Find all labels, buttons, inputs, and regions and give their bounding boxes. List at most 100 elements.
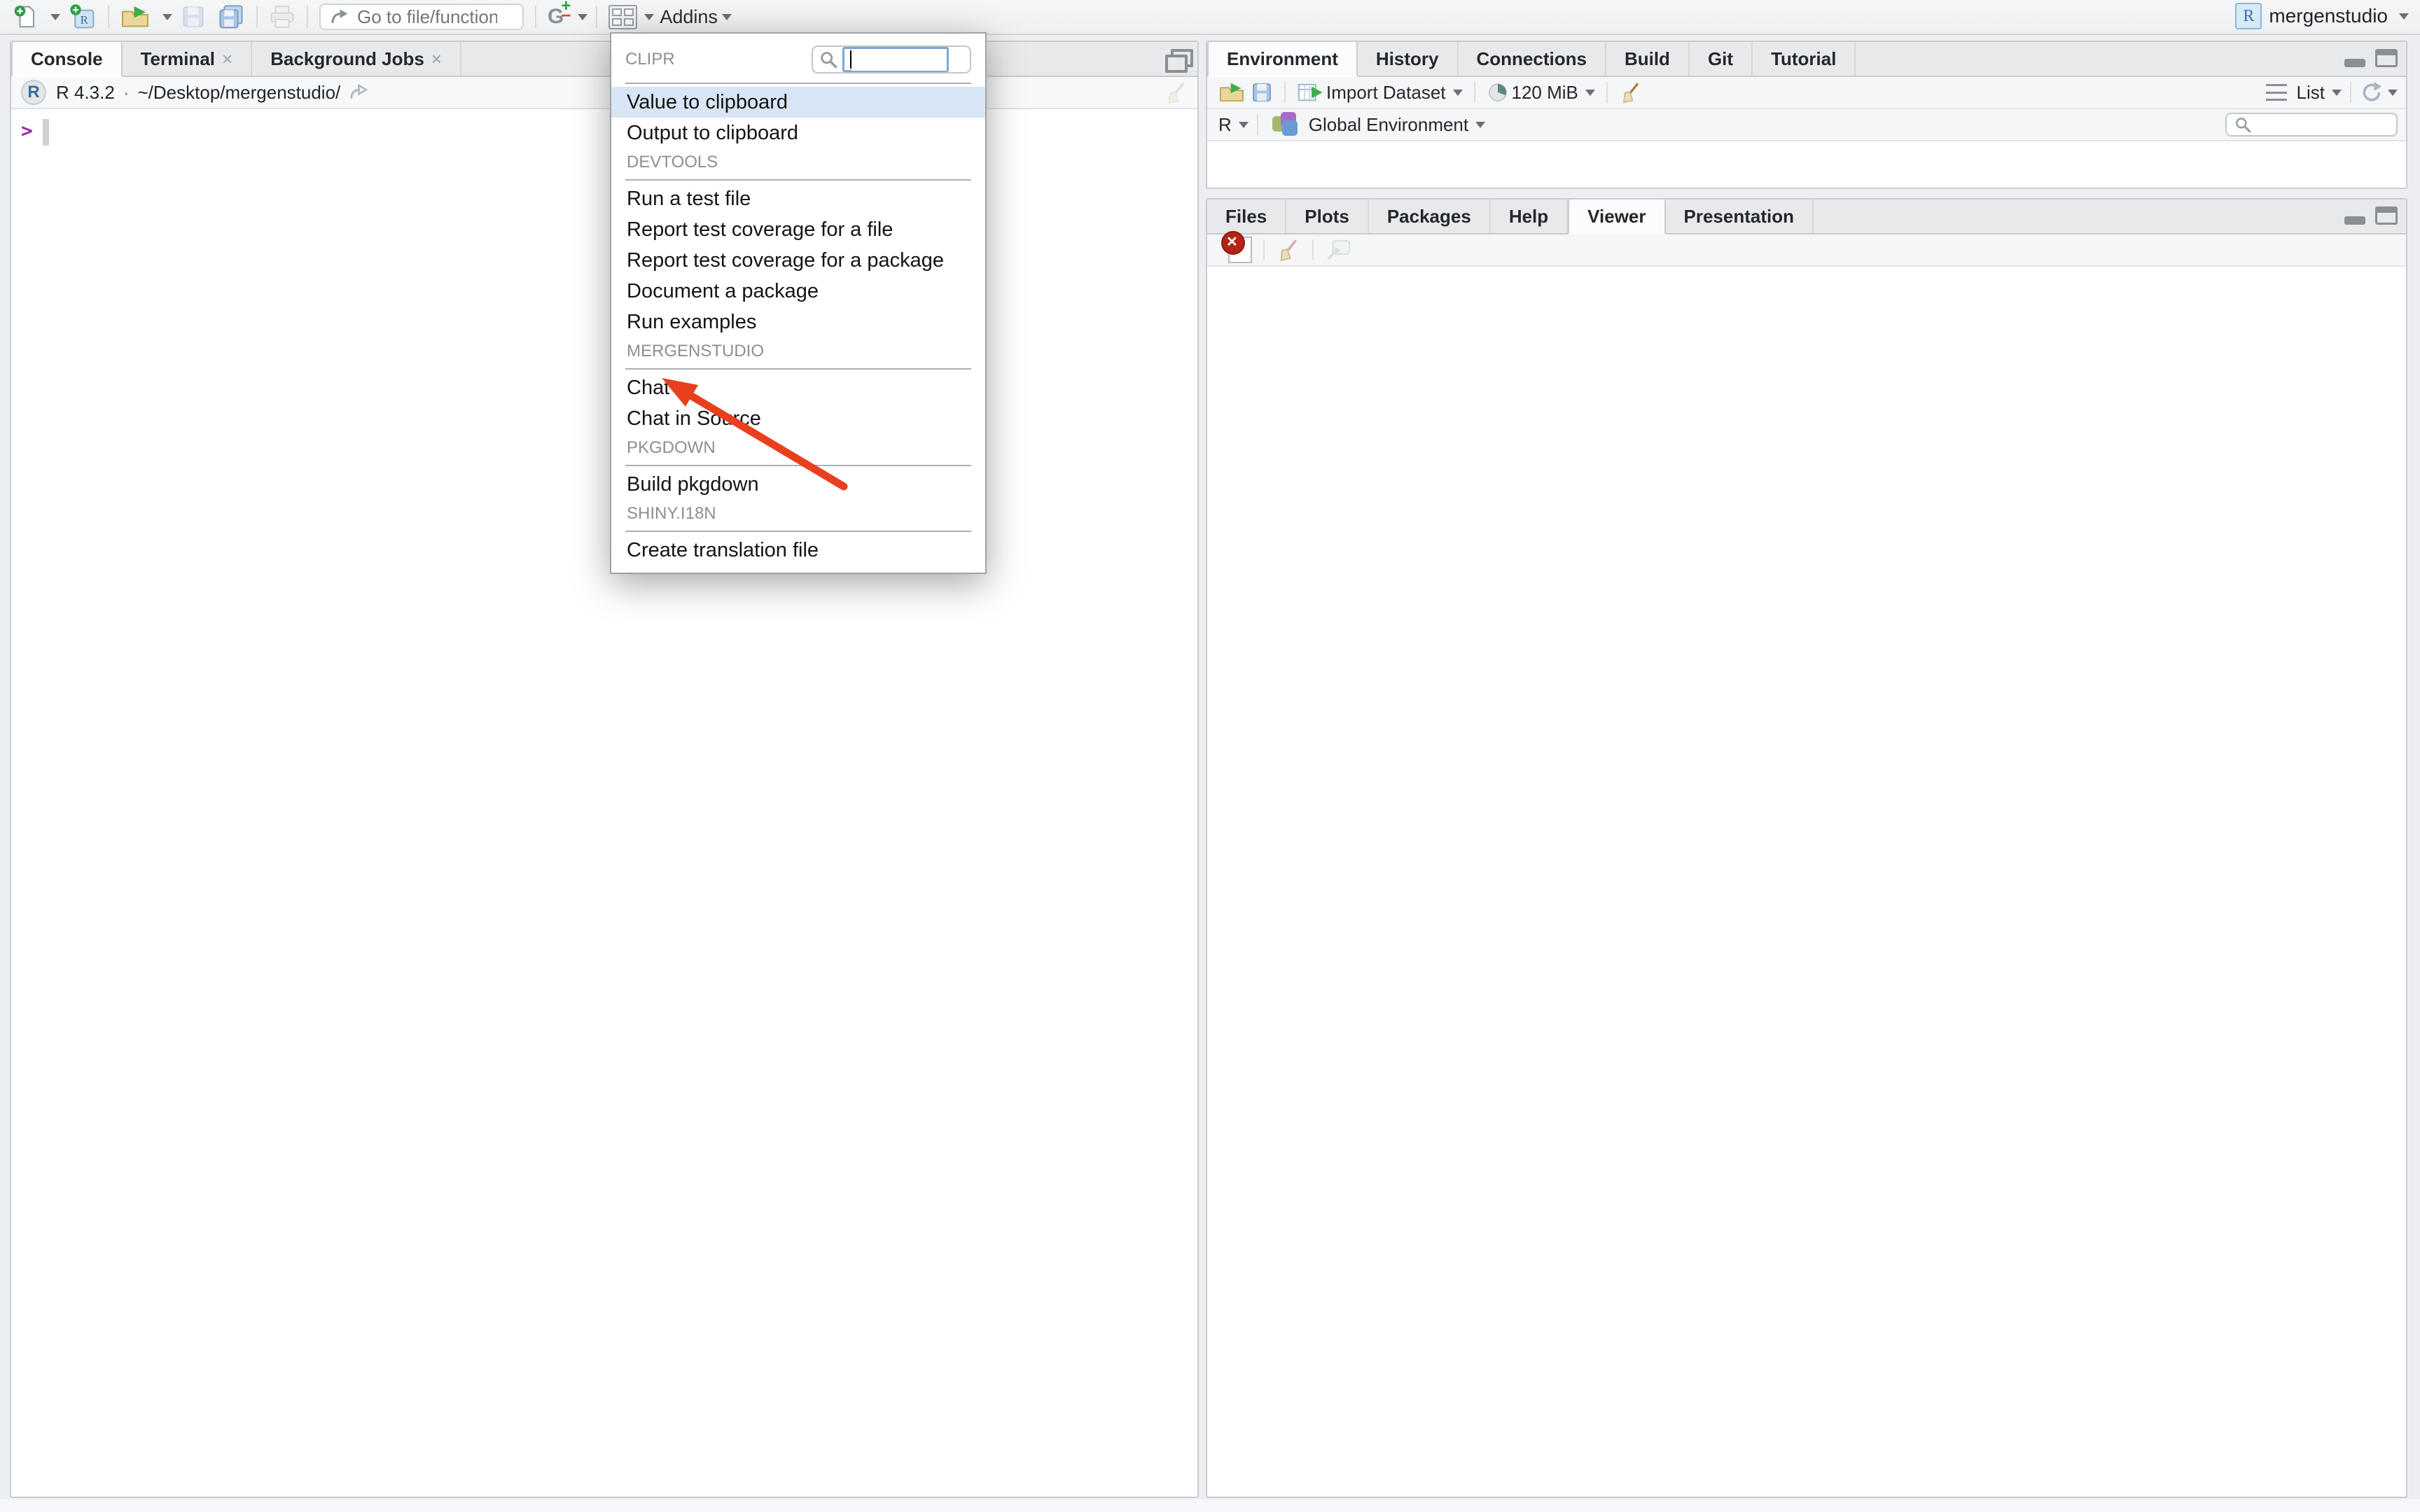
- goto-file-function-input[interactable]: [357, 6, 497, 28]
- toolbar-separator: [307, 6, 308, 28]
- print-button[interactable]: [266, 2, 298, 31]
- menu-item-value-to-clipboard[interactable]: Value to clipboard: [611, 87, 985, 118]
- tab-background-jobs[interactable]: Background Jobs ×: [252, 42, 461, 76]
- tab-viewer[interactable]: Viewer: [1568, 200, 1665, 234]
- menu-item-run-a-test-file[interactable]: Run a test file: [611, 183, 985, 214]
- clear-console-broom-icon[interactable]: [1164, 80, 1189, 105]
- language-selector[interactable]: R: [1218, 114, 1232, 136]
- menu-section-header-devtools: DEVTOOLS: [611, 148, 985, 176]
- toolbar-separator: [1474, 82, 1475, 103]
- tab-plots[interactable]: Plots: [1286, 200, 1369, 233]
- workspace-panes-button[interactable]: [606, 2, 640, 31]
- viewer-content-area[interactable]: [1207, 267, 2406, 1495]
- new-file-button[interactable]: [10, 2, 41, 31]
- tab-files[interactable]: Files: [1207, 200, 1286, 233]
- tab-build[interactable]: Build: [1606, 42, 1690, 76]
- viewer-pane: Files Plots Packages Help Viewer Present…: [1206, 198, 2407, 1498]
- toolbar-separator: [108, 6, 109, 28]
- maximize-pane-icon[interactable]: [2375, 49, 2398, 67]
- clear-viewer-button[interactable]: [1225, 235, 1255, 265]
- tab-environment[interactable]: Environment: [1207, 42, 1358, 77]
- load-workspace-button[interactable]: [1216, 78, 1248, 107]
- tab-presentation[interactable]: Presentation: [1666, 200, 1814, 233]
- menu-item-chat-in-source[interactable]: Chat in Source: [611, 403, 985, 434]
- tab-terminal[interactable]: Terminal ×: [123, 42, 253, 76]
- project-caret-icon: [2399, 13, 2409, 20]
- refresh-caret-icon[interactable]: [2388, 90, 2398, 96]
- menu-item-build-pkgdown[interactable]: Build pkgdown: [611, 469, 985, 500]
- addins-menu-search-row: CLIPR: [611, 39, 985, 80]
- menu-item-report-test-coverage-file[interactable]: Report test coverage for a file: [611, 214, 985, 245]
- tab-terminal-close-icon[interactable]: ×: [222, 48, 232, 70]
- tab-background-jobs-close-icon[interactable]: ×: [431, 48, 442, 70]
- toolbar-separator: [596, 6, 597, 28]
- open-in-new-window-icon: [1325, 238, 1351, 262]
- tab-git[interactable]: Git: [1690, 42, 1753, 76]
- list-view-caret-icon[interactable]: [2332, 90, 2342, 96]
- tab-history[interactable]: History: [1358, 42, 1459, 76]
- export-viewer-button[interactable]: [1322, 235, 1354, 265]
- maximize-pane-icon[interactable]: [2375, 206, 2398, 225]
- version-control-caret-icon[interactable]: [578, 14, 587, 20]
- language-caret-icon[interactable]: [1239, 122, 1249, 128]
- import-dataset-button[interactable]: Import Dataset: [1294, 78, 1466, 107]
- addins-search-input[interactable]: [851, 49, 947, 71]
- workspace-panes-caret-icon[interactable]: [644, 14, 654, 20]
- open-in-new-window-icon[interactable]: [349, 83, 370, 102]
- addins-search-input-focused[interactable]: [842, 47, 949, 72]
- tab-background-jobs-label: Background Jobs: [270, 48, 424, 70]
- project-menu-button[interactable]: R mergenstudio: [2235, 3, 2409, 29]
- list-view-icon: [2266, 84, 2287, 101]
- clear-all-viewer-button[interactable]: [1273, 235, 1304, 265]
- open-file-button[interactable]: [118, 2, 153, 31]
- tab-help[interactable]: Help: [1491, 200, 1568, 233]
- memory-usage-button[interactable]: 120 MiB: [1484, 78, 1598, 107]
- goto-file-function-box[interactable]: [319, 4, 524, 30]
- save-all-icon: [217, 4, 245, 30]
- menu-item-output-to-clipboard[interactable]: Output to clipboard: [611, 118, 985, 148]
- tab-packages[interactable]: Packages: [1369, 200, 1491, 233]
- tab-connections[interactable]: Connections: [1459, 42, 1606, 76]
- r-logo-icon: R: [21, 80, 46, 105]
- menu-item-document-a-package[interactable]: Document a package: [611, 276, 985, 307]
- tab-history-label: History: [1376, 48, 1439, 70]
- list-view-label[interactable]: List: [2297, 82, 2325, 104]
- new-project-button[interactable]: R: [66, 2, 99, 31]
- menu-item-create-translation-file[interactable]: Create translation file: [611, 535, 985, 566]
- addins-caret-icon[interactable]: [722, 14, 732, 20]
- minimize-pane-icon[interactable]: [2344, 216, 2365, 225]
- environment-scope-selector[interactable]: Global Environment: [1309, 114, 1468, 136]
- tab-files-label: Files: [1225, 206, 1267, 227]
- tab-console[interactable]: Console: [11, 42, 123, 77]
- new-file-caret-icon[interactable]: [50, 14, 60, 20]
- refresh-icon[interactable]: [2360, 80, 2384, 104]
- meta-separator: ·: [123, 82, 130, 104]
- broom-icon: [1619, 80, 1643, 104]
- minimize-pane-icon[interactable]: [2344, 59, 2365, 67]
- environment-scope-caret-icon[interactable]: [1475, 122, 1485, 128]
- console-cursor: [43, 119, 49, 146]
- version-control-button[interactable]: G + −: [545, 2, 573, 31]
- maximize-pane-icon[interactable]: [1165, 49, 1189, 69]
- save-workspace-button[interactable]: [1248, 78, 1276, 107]
- save-button[interactable]: [178, 2, 209, 31]
- main-toolbar: R: [0, 0, 2420, 35]
- open-file-caret-icon[interactable]: [162, 14, 172, 20]
- environment-search-box[interactable]: [2225, 113, 2398, 136]
- menu-item-chat[interactable]: Chat: [611, 372, 985, 403]
- menu-item-report-test-coverage-package[interactable]: Report test coverage for a package: [611, 245, 985, 276]
- environment-content-area[interactable]: [1207, 141, 2406, 186]
- git-diff-marks-icon: + −: [561, 1, 571, 21]
- project-cube-icon: R: [2235, 3, 2262, 29]
- save-all-button[interactable]: [214, 2, 248, 31]
- addins-search-field[interactable]: [812, 46, 971, 74]
- rstudio-window: R: [0, 0, 2420, 1512]
- menu-separator: [625, 465, 971, 466]
- working-directory-label: ~/Desktop/mergenstudio/: [138, 82, 341, 104]
- clear-environment-button[interactable]: [1616, 78, 1646, 107]
- tab-tutorial[interactable]: Tutorial: [1753, 42, 1856, 76]
- addins-menu-button[interactable]: Addins: [660, 6, 718, 28]
- menu-item-run-examples[interactable]: Run examples: [611, 307, 985, 337]
- environment-search-input[interactable]: [2258, 115, 2384, 134]
- console-output-area[interactable]: >: [11, 109, 1197, 146]
